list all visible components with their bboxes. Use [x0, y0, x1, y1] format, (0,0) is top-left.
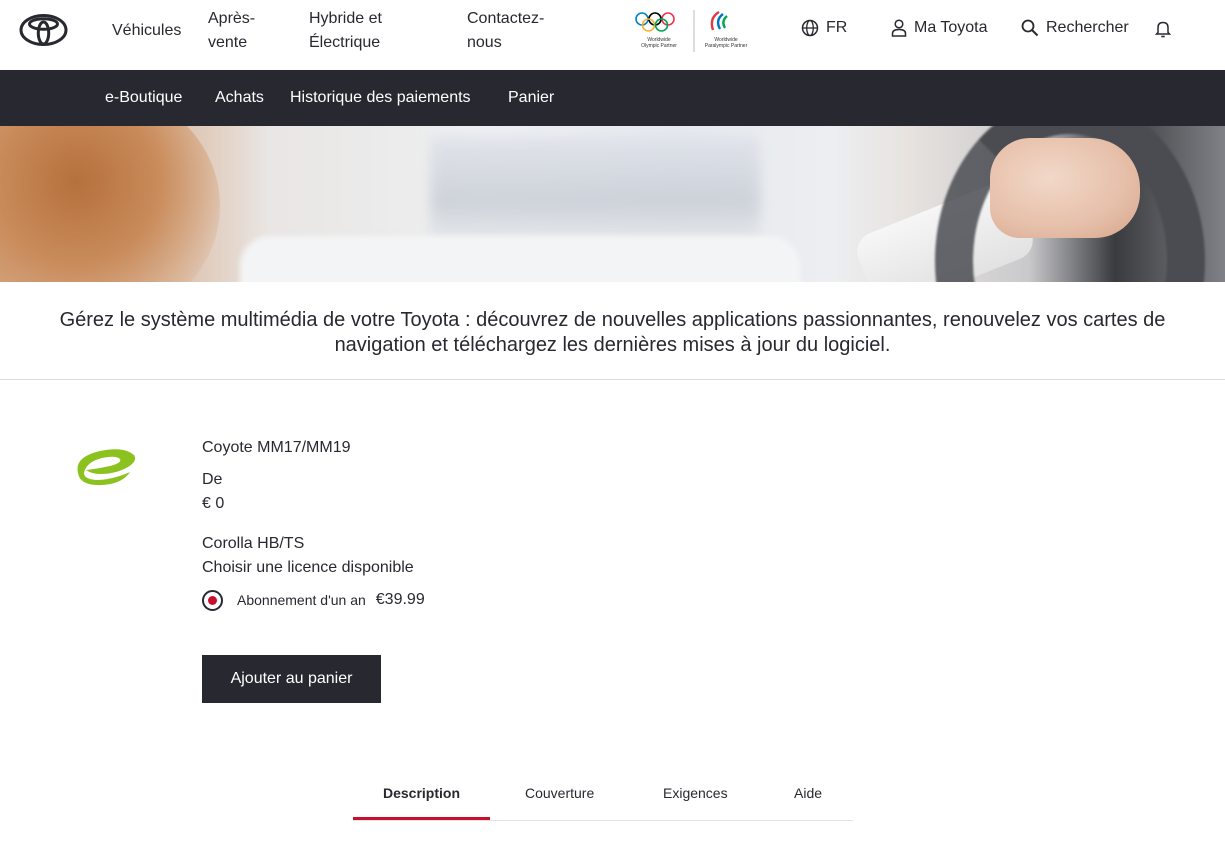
- license-radio[interactable]: [202, 589, 223, 611]
- eshop-subnav: e-Boutique Achats Historique des paiemen…: [0, 70, 1225, 126]
- active-tab-indicator: [353, 817, 490, 820]
- tab-description[interactable]: Description: [383, 784, 460, 802]
- license-prompt: Choisir une licence disponible: [202, 559, 414, 576]
- license-option-label: Abonnement d'un an: [237, 592, 366, 608]
- nav-vehicules[interactable]: Véhicules: [112, 19, 181, 43]
- search-icon: [1021, 19, 1039, 37]
- coyote-logo-icon: [77, 449, 136, 486]
- search-label: Rechercher: [1046, 19, 1129, 36]
- license-option-price: €39.99: [375, 591, 425, 608]
- language-label: FR: [826, 19, 848, 36]
- product-name: Coyote MM17/MM19: [202, 439, 351, 456]
- product-price: € 0: [202, 495, 225, 512]
- vehicle-model: Corolla HB/TS: [202, 535, 305, 552]
- nav-hybride-electrique[interactable]: Hybride et Électrique: [309, 7, 382, 55]
- intro-text: Gérez le système multimédia de votre Toy…: [59, 309, 1166, 356]
- bell-icon: [1155, 21, 1171, 38]
- license-option-annual[interactable]: Abonnement d'un an €39.99: [202, 589, 425, 611]
- product-tabs: Description Couverture Exigences Aide: [353, 780, 853, 821]
- nav-contactez-nous[interactable]: Contactez- nous: [467, 7, 544, 55]
- nav-apres-vente[interactable]: Après- vente: [208, 7, 255, 55]
- tab-couverture[interactable]: Couverture: [525, 784, 594, 802]
- section-divider: [0, 379, 1225, 380]
- add-to-cart-button[interactable]: Ajouter au panier: [202, 655, 381, 703]
- olympic-partner-logos: Worldwide Olympic Partner Worldwide Para…: [633, 8, 753, 54]
- language-selector[interactable]: FR: [801, 19, 847, 37]
- olympic-partner-caption: Worldwide Olympic Partner: [641, 37, 677, 49]
- hero-banner-image: [0, 126, 1225, 282]
- tab-aide[interactable]: Aide: [794, 784, 822, 802]
- account-label: Ma Toyota: [914, 19, 988, 36]
- top-header: Véhicules Après- vente Hybride et Électr…: [0, 0, 1225, 70]
- subnav-historique-paiements[interactable]: Historique des paiements: [290, 87, 471, 109]
- subnav-e-boutique[interactable]: e-Boutique: [105, 87, 182, 109]
- globe-icon: [801, 19, 819, 37]
- price-prefix: De: [202, 471, 223, 488]
- tab-exigences[interactable]: Exigences: [663, 784, 728, 802]
- account-link[interactable]: Ma Toyota: [891, 19, 988, 37]
- toyota-logo[interactable]: [19, 13, 68, 47]
- paralympic-partner-caption: Worldwide Paralympic Partner: [704, 37, 748, 49]
- search-button[interactable]: Rechercher: [1021, 19, 1129, 37]
- notifications-button[interactable]: [1155, 20, 1171, 38]
- subnav-panier[interactable]: Panier: [508, 87, 554, 109]
- user-icon: [891, 19, 907, 37]
- subnav-achats[interactable]: Achats: [215, 87, 264, 109]
